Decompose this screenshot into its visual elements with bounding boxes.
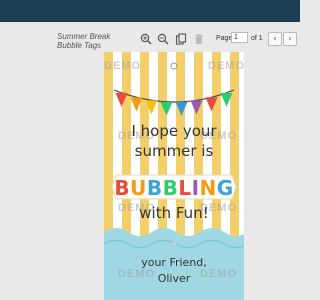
- zoom-out-icon: [157, 33, 169, 45]
- demo-watermark: DEMO: [208, 60, 244, 72]
- trash-icon: [195, 34, 203, 44]
- app-header-bar: [0, 0, 300, 22]
- tag-line-3: with Fun!: [139, 204, 209, 222]
- headline-letter: B: [162, 176, 179, 200]
- headline-letter: B: [114, 176, 131, 200]
- page-number-input[interactable]: [231, 32, 248, 43]
- copy-button[interactable]: [174, 32, 188, 46]
- page-count: of 1: [251, 35, 263, 42]
- headline-letter: N: [199, 176, 217, 200]
- next-page-button[interactable]: ›: [283, 32, 297, 46]
- tag-line-1: I hope your: [131, 122, 217, 140]
- tag-signoff: your Friend,: [141, 256, 207, 269]
- tag-line-2: summer is: [134, 142, 214, 160]
- copy-icon: [175, 33, 187, 45]
- page-label: Page: [216, 35, 233, 42]
- previous-page-button[interactable]: ‹: [268, 32, 282, 46]
- document-title: Summer Break Bubble Tags: [57, 32, 111, 50]
- delete-button[interactable]: [192, 32, 206, 46]
- headline-letter: U: [130, 176, 147, 200]
- tag-recipient-name: Oliver: [157, 272, 191, 285]
- tag-headline: BUBBLING: [104, 176, 244, 200]
- headline-letter: G: [216, 176, 234, 200]
- zoom-out-button[interactable]: [156, 32, 170, 46]
- headline-letter: B: [146, 176, 163, 200]
- tag-preview-page[interactable]: DEMO DEMO DEMO DEMO DEMO DEMO DEMO DEMO …: [104, 52, 244, 300]
- demo-watermark: DEMO: [104, 60, 141, 72]
- zoom-in-icon: [140, 33, 152, 45]
- headline-letter: I: [191, 176, 200, 200]
- headline-letter: L: [178, 176, 192, 200]
- zoom-in-button[interactable]: [139, 32, 153, 46]
